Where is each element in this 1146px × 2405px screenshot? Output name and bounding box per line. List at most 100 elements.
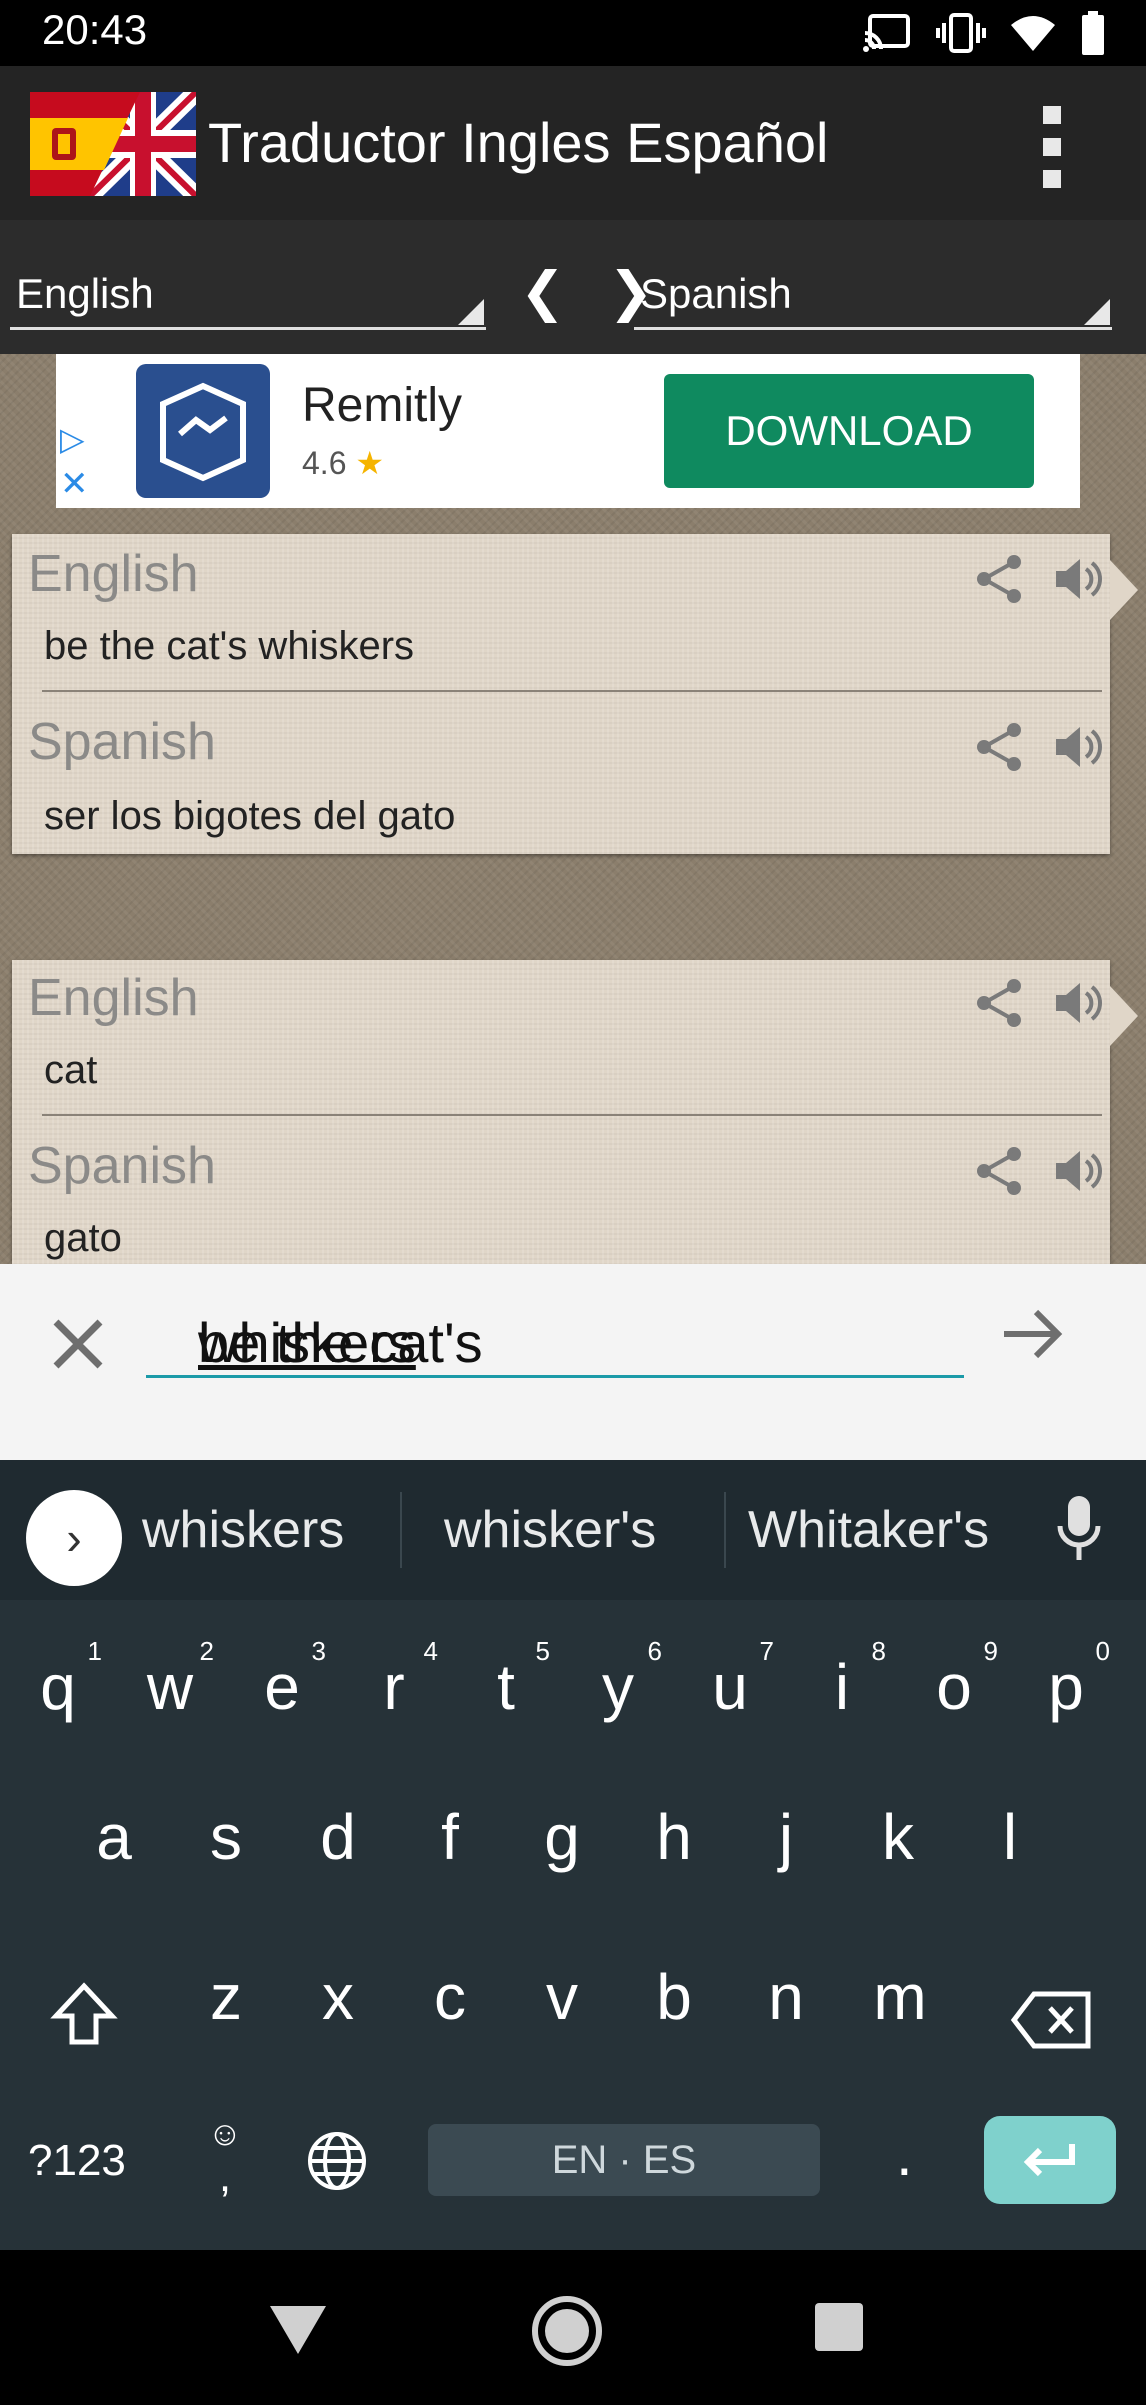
key-q[interactable]: q1	[8, 1636, 108, 1724]
enter-icon	[1023, 2144, 1075, 2177]
key-k[interactable]: k	[848, 1800, 948, 1874]
speaker-icon[interactable]	[1052, 1144, 1106, 1198]
target-text: ser los bigotes del gato	[44, 794, 456, 838]
key-j[interactable]: j	[736, 1800, 836, 1874]
input-text-composing: whiskers	[198, 1311, 416, 1374]
shift-icon[interactable]	[50, 1980, 118, 2050]
app-title: Traductor Ingles Español	[208, 111, 829, 174]
target-language-select[interactable]: Spanish	[634, 240, 1112, 330]
target-language-label: Spanish	[640, 270, 792, 317]
source-text: cat	[44, 1048, 98, 1092]
translate-arrow-icon[interactable]	[1000, 1304, 1066, 1364]
spacebar[interactable]: EN · ES	[428, 2124, 820, 2196]
share-icon[interactable]	[972, 1144, 1026, 1198]
card-divider	[42, 1114, 1102, 1116]
card-pointer	[1110, 560, 1138, 620]
key-y[interactable]: y6	[568, 1636, 668, 1724]
key-u[interactable]: u7	[680, 1636, 780, 1724]
speaker-icon[interactable]	[1052, 720, 1106, 774]
symbols-key[interactable]: ?123	[28, 2136, 126, 2186]
key-b[interactable]: b	[624, 1960, 724, 2034]
ad-download-button[interactable]: DOWNLOAD	[664, 374, 1034, 488]
key-l[interactable]: l	[960, 1800, 1060, 1874]
share-icon[interactable]	[972, 552, 1026, 606]
period-key[interactable]: .	[896, 2120, 913, 2189]
emoji-icon: ☺	[207, 2115, 243, 2153]
share-icon[interactable]	[972, 976, 1026, 1030]
suggestion[interactable]: whiskers	[142, 1500, 344, 1560]
remitly-logo-icon	[136, 364, 270, 498]
key-h[interactable]: h	[624, 1800, 724, 1874]
ad-rating: 4.6 ★	[302, 444, 384, 482]
card-divider	[42, 690, 1102, 692]
key-o[interactable]: o9	[904, 1636, 1004, 1724]
key-r[interactable]: r4	[344, 1636, 444, 1724]
dropdown-triangle-icon	[458, 299, 484, 325]
wifi-icon	[1011, 16, 1055, 51]
key-i[interactable]: i8	[792, 1636, 892, 1724]
app-bar: Traductor Ingles Español	[0, 66, 1146, 220]
key-m[interactable]: m	[850, 1960, 950, 2034]
key-d[interactable]: d	[288, 1800, 388, 1874]
suggestion[interactable]: Whitaker's	[748, 1500, 989, 1560]
source-lang-label: English	[28, 969, 199, 1027]
source-language-select[interactable]: English	[10, 240, 486, 330]
backspace-icon[interactable]	[1010, 1988, 1094, 2052]
status-time: 20:43	[42, 6, 148, 53]
ad-close-icon[interactable]: ✕	[60, 464, 89, 504]
key-t[interactable]: t5	[456, 1636, 556, 1724]
key-p[interactable]: p0	[1016, 1636, 1116, 1724]
cast-icon	[863, 14, 910, 52]
globe-icon[interactable]	[306, 2130, 368, 2192]
suggestion-strip: › whiskers whisker's Whitaker's	[0, 1460, 1146, 1600]
emoji-comma-key[interactable]: ☺,	[200, 2115, 250, 2202]
translate-input[interactable]: be the cat's whiskers	[146, 1302, 964, 1378]
speaker-icon[interactable]	[1052, 976, 1106, 1030]
ad-choices-icon[interactable]: ▷	[60, 420, 85, 458]
key-a[interactable]: a	[64, 1800, 164, 1874]
target-text: gato	[44, 1216, 122, 1260]
ad-banner[interactable]: ▷ ✕ Remitly 4.6 ★ DOWNLOAD	[56, 354, 1080, 508]
clear-input-icon[interactable]	[46, 1312, 110, 1376]
target-lang-label: Spanish	[28, 1137, 216, 1195]
translation-card[interactable]: English be the cat's whiskers Spanish se…	[12, 534, 1138, 854]
source-language-label: English	[16, 270, 154, 317]
card-pointer	[1110, 986, 1138, 1046]
battery-icon	[1082, 11, 1104, 55]
comma-label: ,	[218, 2152, 232, 2202]
navigation-bar	[0, 2250, 1146, 2405]
home-icon[interactable]	[530, 2294, 604, 2368]
key-x[interactable]: x	[288, 1960, 388, 2034]
key-w[interactable]: w2	[120, 1636, 220, 1724]
suggestion[interactable]: whisker's	[444, 1500, 656, 1560]
key-s[interactable]: s	[176, 1800, 276, 1874]
spain-uk-flag-icon	[30, 92, 196, 196]
key-g[interactable]: g	[512, 1800, 612, 1874]
key-e[interactable]: e3	[232, 1636, 332, 1724]
key-n[interactable]: n	[736, 1960, 836, 2034]
speaker-icon[interactable]	[1052, 552, 1106, 606]
target-lang-label: Spanish	[28, 713, 216, 771]
expand-suggestions-button[interactable]: ›	[26, 1490, 122, 1586]
recents-icon[interactable]	[814, 2302, 864, 2352]
microphone-icon[interactable]	[1054, 1494, 1104, 1564]
source-text: be the cat's whiskers	[44, 624, 415, 668]
keyboard: › whiskers whisker's Whitaker's q1 w2 e3…	[0, 1460, 1146, 2250]
translation-card[interactable]: English cat Spanish gato	[12, 960, 1138, 1264]
suggestion-divider	[724, 1492, 726, 1568]
key-z[interactable]: z	[176, 1960, 276, 2034]
key-c[interactable]: c	[400, 1960, 500, 2034]
vibrate-icon	[936, 13, 986, 53]
key-f[interactable]: f	[400, 1800, 500, 1874]
translation-history: ▷ ✕ Remitly 4.6 ★ DOWNLOAD English be th…	[0, 354, 1146, 1264]
input-bar: be the cat's whiskers	[0, 1264, 1146, 1460]
source-lang-label: English	[28, 545, 199, 603]
dropdown-triangle-icon	[1084, 299, 1110, 325]
key-v[interactable]: v	[512, 1960, 612, 2034]
overflow-menu-icon[interactable]	[1036, 106, 1068, 188]
status-bar: 20:43	[0, 0, 1146, 66]
language-bar: English ❮ ❯ Spanish	[0, 220, 1146, 354]
enter-key[interactable]	[984, 2116, 1116, 2204]
back-icon[interactable]	[268, 2304, 328, 2356]
share-icon[interactable]	[972, 720, 1026, 774]
